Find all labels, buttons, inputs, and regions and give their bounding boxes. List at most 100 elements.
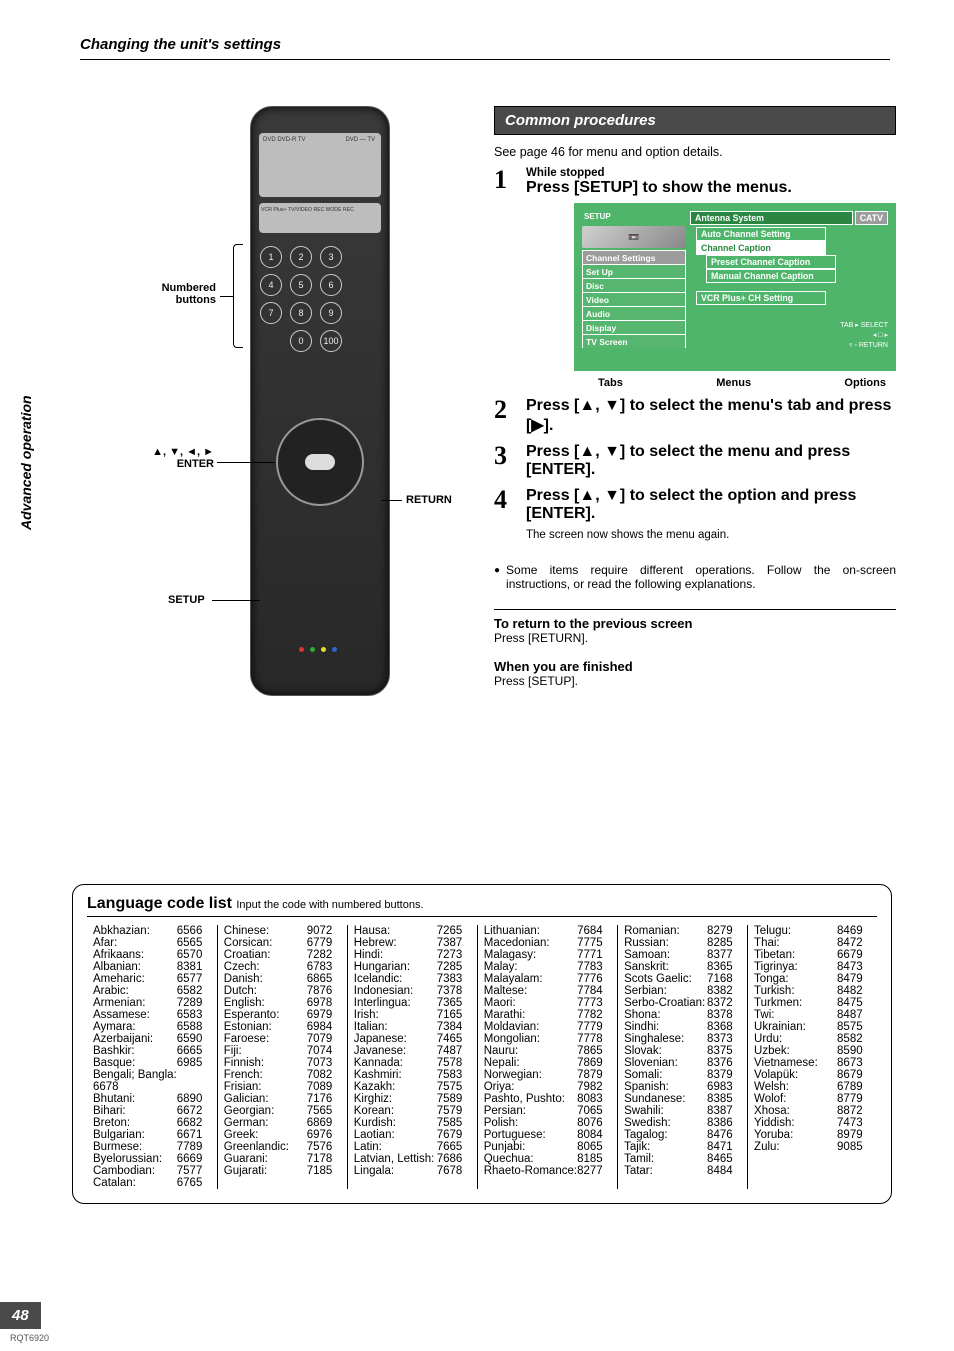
language-row: Bashkir:6665 — [93, 1045, 211, 1057]
language-name: Yiddish: — [754, 1117, 837, 1129]
language-name: Danish: — [224, 973, 307, 985]
language-code: 6869 — [307, 1117, 341, 1129]
language-row: Azerbaijani:6590 — [93, 1033, 211, 1045]
language-row: Assamese:6583 — [93, 1009, 211, 1021]
language-name: Sanskrit: — [624, 961, 707, 973]
setup-figure: SETUP 📼 Channel SettingsSet UpDiscVideoA… — [574, 203, 896, 389]
num-button: 100 — [320, 330, 342, 352]
language-row: Indonesian:7378 — [354, 985, 471, 997]
language-name: Gujarati: — [224, 1165, 307, 1177]
language-name: Esperanto: — [224, 1009, 307, 1021]
language-code: 7778 — [577, 1033, 611, 1045]
language-row: Latin:7665 — [354, 1141, 471, 1153]
setup-screen: SETUP 📼 Channel SettingsSet UpDiscVideoA… — [574, 203, 896, 371]
setup-menu-item: Auto Channel Setting — [696, 227, 826, 241]
language-name: Nepali: — [484, 1057, 577, 1069]
language-row: Arabic:6582 — [93, 985, 211, 997]
language-code: 6682 — [177, 1117, 211, 1129]
language-row: Dutch:7876 — [224, 985, 341, 997]
label-tabs: Tabs — [598, 377, 623, 389]
step-1-title: Press [SETUP] to show the menus. — [526, 179, 896, 197]
label-numbered-buttons: Numbered buttons — [154, 282, 216, 306]
language-name: Hausa: — [354, 925, 437, 937]
language-row: Bihari:6672 — [93, 1105, 211, 1117]
finish-title: When you are finished — [494, 659, 896, 674]
language-code: 6590 — [177, 1033, 211, 1045]
language-row: Byelorussian:6669 — [93, 1153, 211, 1165]
language-code: 6570 — [177, 949, 211, 961]
language-code: 6779 — [307, 937, 341, 949]
num-button: 0 — [290, 330, 312, 352]
language-code: 7589 — [437, 1093, 471, 1105]
return-section: To return to the previous screen Press [… — [494, 609, 896, 645]
language-code: 8376 — [707, 1057, 741, 1069]
language-row: Persian:7065 — [484, 1105, 611, 1117]
common-procedures-header: Common procedures — [494, 106, 896, 135]
step-2-number: 2 — [494, 397, 516, 435]
setup-left-pane: SETUP 📼 Channel SettingsSet UpDiscVideoA… — [582, 211, 686, 363]
language-code: 8382 — [707, 985, 741, 997]
language-name: Bashkir: — [93, 1045, 177, 1057]
language-column: Abkhazian:6566Afar:6565Afrikaans:6570Alb… — [87, 925, 217, 1189]
language-row: Uzbek:8590 — [754, 1045, 871, 1057]
language-code: 8469 — [837, 925, 871, 937]
language-row: Greenlandic:7576 — [224, 1141, 341, 1153]
language-name: Malay: — [484, 961, 577, 973]
language-row: Romanian:8279 — [624, 925, 741, 937]
language-name: Xhosa: — [754, 1105, 837, 1117]
language-name: Swedish: — [624, 1117, 707, 1129]
language-row: Bulgarian:6671 — [93, 1129, 211, 1141]
language-code: 8381 — [177, 961, 211, 973]
num-button: 7 — [260, 302, 282, 324]
language-name: Estonian: — [224, 1021, 307, 1033]
page: Changing the unit's settings Advanced op… — [0, 0, 954, 1351]
language-code: 7583 — [437, 1069, 471, 1081]
language-code: 8387 — [707, 1105, 741, 1117]
language-name: Breton: — [93, 1117, 177, 1129]
language-row: Moldavian:7779 — [484, 1021, 611, 1033]
language-column: Chinese:9072Corsican:6779Croatian:7282Cz… — [217, 925, 347, 1189]
language-name: Russian: — [624, 937, 707, 949]
language-name: Hungarian: — [354, 961, 437, 973]
language-row: Hausa:7265 — [354, 925, 471, 937]
language-name: Cambodian: — [93, 1165, 177, 1177]
language-row: Nepali:7869 — [484, 1057, 611, 1069]
language-row: Slovenian:8376 — [624, 1057, 741, 1069]
language-code: 6976 — [307, 1129, 341, 1141]
setup-menu-item: Channel Caption — [696, 241, 826, 255]
bracket-numbered — [233, 244, 243, 348]
language-code: 6566 — [177, 925, 211, 937]
language-name: Rhaeto-Romance: — [484, 1165, 577, 1177]
language-row: Malay:7783 — [484, 961, 611, 973]
language-code: 7876 — [307, 985, 341, 997]
language-name: 6678 — [93, 1081, 177, 1093]
language-grid: Abkhazian:6566Afar:6565Afrikaans:6570Alb… — [87, 925, 877, 1189]
remote-label-row2: VCR Plus+ TV/VIDEO REC MODE REC — [261, 207, 354, 213]
language-row: Nauru:7865 — [484, 1045, 611, 1057]
language-row: Spanish:6983 — [624, 1081, 741, 1093]
language-name: Bengali; Bangla: — [93, 1069, 177, 1081]
language-row: Hungarian:7285 — [354, 961, 471, 973]
language-name: Bhutani: — [93, 1093, 177, 1105]
language-name: Sindhi: — [624, 1021, 707, 1033]
language-code: 8084 — [577, 1129, 611, 1141]
language-code: 9085 — [837, 1141, 871, 1153]
line-return — [382, 500, 402, 501]
step-1-number: 1 — [494, 167, 516, 389]
language-row: Sanskrit:8365 — [624, 961, 741, 973]
language-code: 6978 — [307, 997, 341, 1009]
language-code: 8484 — [707, 1165, 741, 1177]
finish-section: When you are finished Press [SETUP]. — [494, 659, 896, 688]
language-name: Corsican: — [224, 937, 307, 949]
language-code: 7176 — [307, 1093, 341, 1105]
language-row: Basque:6985 — [93, 1057, 211, 1069]
language-row: Malagasy:7771 — [484, 949, 611, 961]
label-menus: Menus — [716, 377, 751, 389]
language-row: Xhosa:8872 — [754, 1105, 871, 1117]
language-code: 7576 — [307, 1141, 341, 1153]
language-code: 7285 — [437, 961, 471, 973]
line-enter — [217, 462, 275, 463]
language-code: 7578 — [437, 1057, 471, 1069]
line-setup — [212, 600, 260, 601]
language-name: Assamese: — [93, 1009, 177, 1021]
